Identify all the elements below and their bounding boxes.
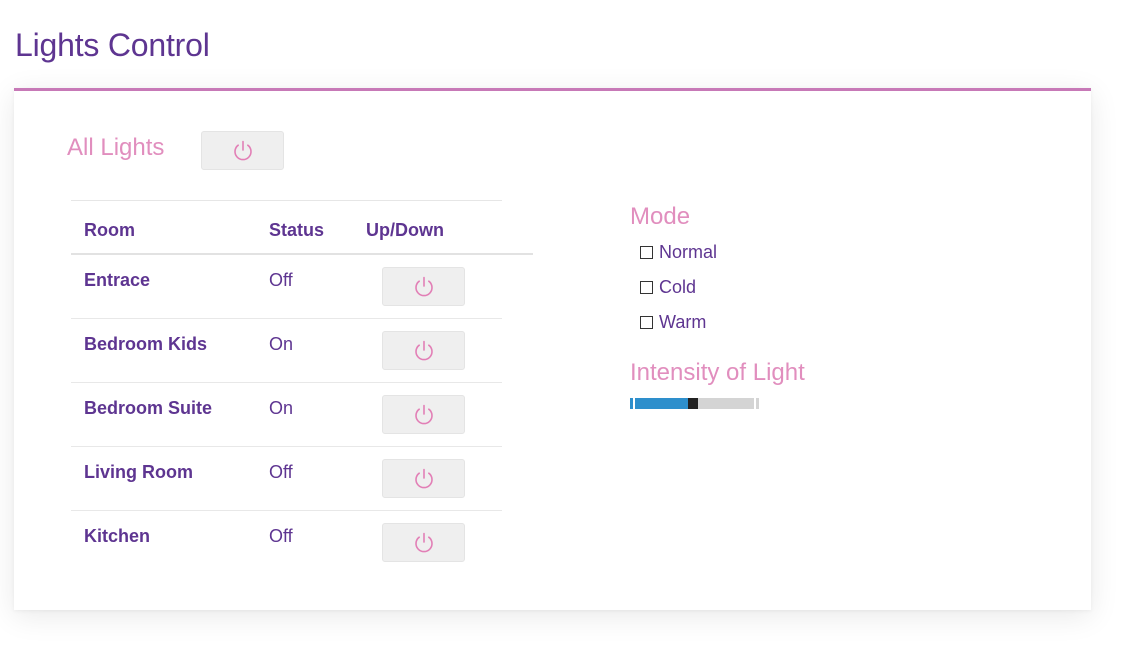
power-icon [414,340,433,360]
slider-fill [630,398,688,409]
all-lights-label: All Lights [67,134,165,161]
checkbox[interactable] [640,246,653,259]
power-icon [414,532,433,552]
room-power-button[interactable] [382,523,465,562]
slider-thumb[interactable] [688,398,698,409]
room-power-button[interactable] [382,267,465,306]
column-header-room: Room [84,220,135,240]
checkbox[interactable] [640,316,653,329]
room-name: Entrace [84,270,151,290]
room-status: On [269,398,294,418]
intensity-title: Intensity of Light [630,359,805,386]
page-title: Lights Control [15,27,210,63]
room-power-button[interactable] [382,459,465,498]
table-row: Living Room Off [71,447,502,511]
room-status: Off [269,526,293,546]
all-lights-power-button[interactable] [201,131,284,170]
mode-title: Mode [630,203,691,230]
room-status: Off [269,270,293,290]
checkbox[interactable] [640,281,653,294]
mode-option-label: Warm [659,312,707,332]
column-header-updown: Up/Down [366,220,444,240]
room-name: Living Room [84,462,193,482]
table-row: Kitchen Off [71,511,502,575]
room-power-button[interactable] [382,395,465,434]
room-status: On [269,334,294,354]
table-row: Bedroom Kids On [71,319,502,383]
power-icon [414,468,433,488]
power-icon [233,140,252,160]
mode-option-cold[interactable]: Cold [640,277,696,298]
table-row: Entrace Off [71,255,502,319]
column-header-status: Status [269,220,325,240]
lights-panel: All Lights Room Status Up/Down Entrace O… [14,88,1091,610]
mode-option-warm[interactable]: Warm [640,312,706,333]
mode-option-label: Normal [659,242,718,262]
room-power-button[interactable] [382,331,465,370]
mode-option-label: Cold [659,277,697,297]
power-icon [414,404,433,424]
power-icon [414,276,433,296]
table-top-border [71,200,502,201]
intensity-slider[interactable] [630,398,759,409]
table-row: Bedroom Suite On [71,383,502,447]
room-name: Kitchen [84,526,151,546]
room-status: Off [269,462,293,482]
slider-end-tick [754,398,756,409]
slider-end-tick [633,398,635,409]
mode-option-normal[interactable]: Normal [640,242,717,263]
room-name: Bedroom Suite [84,398,213,418]
room-name: Bedroom Kids [84,334,208,354]
